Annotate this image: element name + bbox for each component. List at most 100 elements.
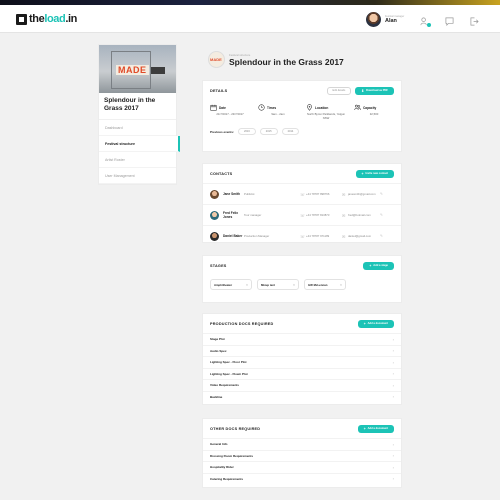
- previous-events-label: Previous events:: [210, 129, 235, 134]
- stages-card: STAGES + Add a stage Amphitheater × Mixup …: [202, 255, 402, 303]
- close-icon[interactable]: ×: [340, 283, 342, 287]
- stage-item[interactable]: GW McLennan ×: [304, 279, 346, 290]
- chat-icon[interactable]: [445, 17, 454, 26]
- sidebar-item-festival-structure[interactable]: Festival structure: [99, 136, 180, 152]
- contact-email: janesmith@gmail.com: [348, 192, 376, 196]
- edit-details-button[interactable]: Edit details: [326, 86, 352, 95]
- detail-location: Location North Byron Parklands, Yelgun N…: [306, 104, 346, 120]
- logo-text: theload.in: [29, 13, 77, 25]
- contact-name: Daniel Baker: [223, 234, 243, 238]
- doc-name: Dressing Room Requirements: [210, 453, 254, 458]
- production-docs-title: PRODUCTION DOCS REQUIRED: [210, 321, 274, 326]
- doc-name: Backline: [210, 394, 223, 399]
- add-document-button[interactable]: + Add a document: [357, 319, 394, 328]
- list-item[interactable]: Backline ›: [203, 390, 401, 403]
- list-item[interactable]: Stage Plot ›: [203, 333, 401, 345]
- festival-image: MADE: [99, 45, 176, 93]
- chevron-right-icon: ›: [392, 453, 394, 459]
- doc-name: Hospitality Rider: [210, 465, 234, 470]
- list-item[interactable]: Hospitality Rider ›: [203, 461, 401, 473]
- people-icon: [354, 104, 361, 111]
- download-icon: ⬇: [361, 88, 365, 93]
- user-name: Alan: [385, 18, 397, 24]
- chevron-right-icon: ›: [392, 382, 394, 388]
- chevron-right-icon: ›: [392, 464, 394, 470]
- avatar: [210, 210, 219, 220]
- other-docs-title: OTHER DOCS REQUIRED: [210, 426, 261, 431]
- invite-contact-button[interactable]: + Invite new contact: [355, 169, 394, 178]
- add-stage-button[interactable]: + Add a stage: [363, 261, 394, 270]
- contact-email: daniel@gmail.com: [348, 234, 372, 238]
- table-row[interactable]: Fred Felix Jones Tour manager ☏ +44 7878…: [203, 204, 401, 225]
- stage-name: GW McLennan: [308, 282, 328, 287]
- details-title: DETAILS: [210, 88, 228, 93]
- contact-role: Tour manager: [244, 213, 262, 217]
- logout-icon[interactable]: [470, 17, 479, 26]
- chevron-right-icon: ›: [392, 359, 394, 365]
- sidebar-item-user-management[interactable]: User Management: [99, 168, 176, 184]
- sidebar-nav: Dashboard Festival structure Artist Rost…: [99, 119, 180, 184]
- add-document-button[interactable]: + Add a document: [357, 424, 394, 433]
- edit-icon[interactable]: ✎: [380, 192, 383, 196]
- chevron-right-icon: ›: [392, 348, 394, 354]
- stage-item[interactable]: Amphitheater ×: [210, 279, 252, 290]
- list-item[interactable]: Audio Spec ›: [203, 344, 401, 357]
- sidebar: MADE Splendour in the Grass 2017 Dashboa…: [98, 44, 180, 185]
- contacts-title: CONTACTS: [210, 171, 233, 176]
- list-item[interactable]: Catering Requirements ›: [203, 472, 401, 485]
- table-row[interactable]: Jane Smith Publicist ☏ +44 78787 898766 …: [203, 183, 401, 204]
- contact-role: Publicist: [244, 192, 255, 196]
- list-item[interactable]: General Info ›: [203, 438, 401, 450]
- stage-item[interactable]: Mixup tent ×: [257, 279, 299, 290]
- detail-times: Times 9am - 2am: [258, 104, 298, 120]
- table-row[interactable]: Daniel Baker Production Manager ☏ +44 78…: [203, 225, 401, 246]
- close-icon[interactable]: ×: [246, 283, 248, 287]
- user-add-icon[interactable]: [420, 17, 431, 27]
- page-title: Splendour in the Grass 2017: [229, 56, 344, 67]
- close-icon[interactable]: ×: [293, 283, 295, 287]
- sidebar-item-artist-roster[interactable]: Artist Roster: [99, 152, 176, 168]
- list-item[interactable]: Lighting Spec - Floor Plot ›: [203, 356, 401, 368]
- festival-thumbnail: [208, 51, 225, 68]
- previous-event-chip[interactable]: 2014: [281, 128, 300, 136]
- clock-icon: [258, 104, 265, 111]
- edit-icon[interactable]: ✎: [380, 234, 383, 238]
- sidebar-item-dashboard[interactable]: Dashboard: [99, 120, 176, 136]
- list-item[interactable]: Dressing Room Requirements ›: [203, 449, 401, 462]
- user-menu[interactable]: Festival manager Alan: [366, 12, 404, 27]
- previous-event-chip[interactable]: 2016: [238, 128, 256, 136]
- doc-name: General Info: [210, 442, 228, 447]
- edit-icon[interactable]: ✎: [380, 213, 383, 217]
- logo-mark-icon: [16, 13, 27, 25]
- avatar: [210, 189, 219, 199]
- list-item[interactable]: Video Requirements ›: [203, 379, 401, 391]
- plus-icon: +: [369, 263, 372, 268]
- plus-icon: +: [363, 321, 366, 326]
- list-item[interactable]: Lighting Spec - Flown Plot ›: [203, 367, 401, 380]
- calendar-icon: [210, 104, 217, 111]
- doc-name: Stage Plot: [210, 337, 225, 342]
- production-docs-card: PRODUCTION DOCS REQUIRED + Add a document…: [202, 313, 402, 405]
- stage-name: Mixup tent: [261, 282, 275, 287]
- top-bar: theload.in Festival manager Alan: [0, 5, 500, 33]
- contact-phone: +44 78787 971189: [306, 234, 330, 238]
- festival-header: Festival structure Splendour in the Gras…: [208, 51, 344, 68]
- detail-capacity: Capacity 32,500: [354, 104, 394, 120]
- stage-name: Amphitheater: [214, 282, 233, 287]
- logo[interactable]: theload.in: [16, 13, 77, 25]
- previous-event-chip[interactable]: 2015: [259, 128, 278, 136]
- avatar: [366, 12, 381, 27]
- other-docs-card: OTHER DOCS REQUIRED + Add a document Gene…: [202, 418, 402, 488]
- contacts-card: CONTACTS + Invite new contact Jane Smith …: [202, 163, 402, 243]
- doc-name: Video Requirements: [210, 383, 239, 388]
- location-icon: [307, 104, 312, 111]
- contact-phone: +44 78787 813873: [306, 213, 330, 217]
- details-card: DETAILS Edit details ⬇ Download as PDF Da…: [202, 80, 402, 152]
- doc-name: Lighting Spec - Floor Plot: [210, 360, 247, 365]
- plus-icon: +: [363, 426, 366, 431]
- doc-name: Catering Requirements: [210, 476, 244, 481]
- contact-name: Fred Felix Jones: [223, 211, 239, 219]
- download-pdf-button[interactable]: ⬇ Download as PDF: [355, 86, 394, 95]
- contact-phone: +44 78787 898766: [306, 192, 330, 196]
- notification-dot: [427, 23, 431, 27]
